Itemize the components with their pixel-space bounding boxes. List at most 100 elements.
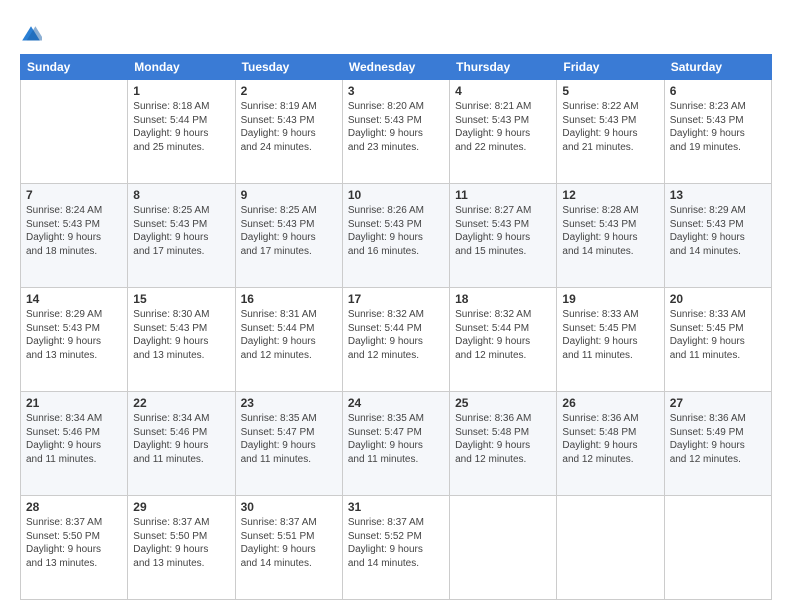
calendar-cell: 31 Sunrise: 8:37 AM Sunset: 5:52 PM Dayli… bbox=[342, 496, 449, 600]
day-number: 21 bbox=[26, 396, 122, 410]
day-number: 26 bbox=[562, 396, 658, 410]
day-info: Sunrise: 8:25 AM Sunset: 5:43 PM Dayligh… bbox=[241, 204, 337, 258]
weekday-header-thursday: Thursday bbox=[450, 55, 557, 80]
calendar-cell: 25 Sunrise: 8:36 AM Sunset: 5:48 PM Dayli… bbox=[450, 392, 557, 496]
weekday-header-sunday: Sunday bbox=[21, 55, 128, 80]
calendar-cell: 26 Sunrise: 8:36 AM Sunset: 5:48 PM Dayli… bbox=[557, 392, 664, 496]
logo-icon bbox=[20, 24, 42, 46]
day-info: Sunrise: 8:34 AM Sunset: 5:46 PM Dayligh… bbox=[26, 412, 122, 466]
day-number: 5 bbox=[562, 84, 658, 98]
day-number: 4 bbox=[455, 84, 551, 98]
day-info: Sunrise: 8:31 AM Sunset: 5:44 PM Dayligh… bbox=[241, 308, 337, 362]
calendar-cell: 3 Sunrise: 8:20 AM Sunset: 5:43 PM Daylig… bbox=[342, 80, 449, 184]
calendar-cell: 12 Sunrise: 8:28 AM Sunset: 5:43 PM Dayli… bbox=[557, 184, 664, 288]
day-info: Sunrise: 8:25 AM Sunset: 5:43 PM Dayligh… bbox=[133, 204, 229, 258]
day-number: 17 bbox=[348, 292, 444, 306]
day-number: 31 bbox=[348, 500, 444, 514]
day-number: 14 bbox=[26, 292, 122, 306]
calendar-cell: 20 Sunrise: 8:33 AM Sunset: 5:45 PM Dayli… bbox=[664, 288, 771, 392]
day-info: Sunrise: 8:28 AM Sunset: 5:43 PM Dayligh… bbox=[562, 204, 658, 258]
day-info: Sunrise: 8:33 AM Sunset: 5:45 PM Dayligh… bbox=[670, 308, 766, 362]
day-info: Sunrise: 8:19 AM Sunset: 5:43 PM Dayligh… bbox=[241, 100, 337, 154]
weekday-header-monday: Monday bbox=[128, 55, 235, 80]
day-number: 7 bbox=[26, 188, 122, 202]
day-number: 16 bbox=[241, 292, 337, 306]
calendar-cell bbox=[21, 80, 128, 184]
calendar-cell bbox=[450, 496, 557, 600]
calendar-cell: 16 Sunrise: 8:31 AM Sunset: 5:44 PM Dayli… bbox=[235, 288, 342, 392]
day-number: 24 bbox=[348, 396, 444, 410]
weekday-header-friday: Friday bbox=[557, 55, 664, 80]
day-number: 19 bbox=[562, 292, 658, 306]
calendar-cell: 22 Sunrise: 8:34 AM Sunset: 5:46 PM Dayli… bbox=[128, 392, 235, 496]
calendar-cell: 10Sunrise: 8:26 AM Sunset: 5:43 PM Dayli… bbox=[342, 184, 449, 288]
day-info: Sunrise: 8:34 AM Sunset: 5:46 PM Dayligh… bbox=[133, 412, 229, 466]
calendar-week-row: 21 Sunrise: 8:34 AM Sunset: 5:46 PM Dayli… bbox=[21, 392, 772, 496]
calendar-cell bbox=[664, 496, 771, 600]
header bbox=[20, 18, 772, 46]
day-info: Sunrise: 8:22 AM Sunset: 5:43 PM Dayligh… bbox=[562, 100, 658, 154]
calendar-week-row: 7Sunrise: 8:24 AM Sunset: 5:43 PM Daylig… bbox=[21, 184, 772, 288]
day-info: Sunrise: 8:29 AM Sunset: 5:43 PM Dayligh… bbox=[26, 308, 122, 362]
day-number: 6 bbox=[670, 84, 766, 98]
day-info: Sunrise: 8:32 AM Sunset: 5:44 PM Dayligh… bbox=[455, 308, 551, 362]
calendar-cell: 21 Sunrise: 8:34 AM Sunset: 5:46 PM Dayli… bbox=[21, 392, 128, 496]
calendar-cell: 5 Sunrise: 8:22 AM Sunset: 5:43 PM Daylig… bbox=[557, 80, 664, 184]
day-info: Sunrise: 8:35 AM Sunset: 5:47 PM Dayligh… bbox=[241, 412, 337, 466]
day-number: 9 bbox=[241, 188, 337, 202]
page: SundayMondayTuesdayWednesdayThursdayFrid… bbox=[0, 0, 792, 612]
day-number: 2 bbox=[241, 84, 337, 98]
day-number: 1 bbox=[133, 84, 229, 98]
calendar-cell: 1 Sunrise: 8:18 AM Sunset: 5:44 PM Daylig… bbox=[128, 80, 235, 184]
calendar-cell: 27Sunrise: 8:36 AM Sunset: 5:49 PM Dayli… bbox=[664, 392, 771, 496]
day-number: 18 bbox=[455, 292, 551, 306]
calendar-cell: 23 Sunrise: 8:35 AM Sunset: 5:47 PM Dayli… bbox=[235, 392, 342, 496]
calendar-cell: 4 Sunrise: 8:21 AM Sunset: 5:43 PM Daylig… bbox=[450, 80, 557, 184]
calendar-cell: 8 Sunrise: 8:25 AM Sunset: 5:43 PM Daylig… bbox=[128, 184, 235, 288]
day-number: 27 bbox=[670, 396, 766, 410]
day-info: Sunrise: 8:21 AM Sunset: 5:43 PM Dayligh… bbox=[455, 100, 551, 154]
day-info: Sunrise: 8:29 AM Sunset: 5:43 PM Dayligh… bbox=[670, 204, 766, 258]
weekday-header-row: SundayMondayTuesdayWednesdayThursdayFrid… bbox=[21, 55, 772, 80]
day-number: 22 bbox=[133, 396, 229, 410]
day-info: Sunrise: 8:37 AM Sunset: 5:52 PM Dayligh… bbox=[348, 516, 444, 570]
day-info: Sunrise: 8:27 AM Sunset: 5:43 PM Dayligh… bbox=[455, 204, 551, 258]
day-number: 23 bbox=[241, 396, 337, 410]
calendar-cell: 13 Sunrise: 8:29 AM Sunset: 5:43 PM Dayli… bbox=[664, 184, 771, 288]
calendar-cell: 30Sunrise: 8:37 AM Sunset: 5:51 PM Dayli… bbox=[235, 496, 342, 600]
day-number: 28 bbox=[26, 500, 122, 514]
day-info: Sunrise: 8:36 AM Sunset: 5:48 PM Dayligh… bbox=[562, 412, 658, 466]
calendar-cell: 7Sunrise: 8:24 AM Sunset: 5:43 PM Daylig… bbox=[21, 184, 128, 288]
day-info: Sunrise: 8:26 AM Sunset: 5:43 PM Dayligh… bbox=[348, 204, 444, 258]
weekday-header-wednesday: Wednesday bbox=[342, 55, 449, 80]
calendar-cell: 29Sunrise: 8:37 AM Sunset: 5:50 PM Dayli… bbox=[128, 496, 235, 600]
day-info: Sunrise: 8:33 AM Sunset: 5:45 PM Dayligh… bbox=[562, 308, 658, 362]
day-info: Sunrise: 8:23 AM Sunset: 5:43 PM Dayligh… bbox=[670, 100, 766, 154]
calendar-week-row: 1 Sunrise: 8:18 AM Sunset: 5:44 PM Daylig… bbox=[21, 80, 772, 184]
calendar-week-row: 14 Sunrise: 8:29 AM Sunset: 5:43 PM Dayli… bbox=[21, 288, 772, 392]
day-info: Sunrise: 8:20 AM Sunset: 5:43 PM Dayligh… bbox=[348, 100, 444, 154]
calendar-cell: 19 Sunrise: 8:33 AM Sunset: 5:45 PM Dayli… bbox=[557, 288, 664, 392]
day-number: 12 bbox=[562, 188, 658, 202]
calendar-cell: 17 Sunrise: 8:32 AM Sunset: 5:44 PM Dayli… bbox=[342, 288, 449, 392]
day-number: 29 bbox=[133, 500, 229, 514]
calendar-table: SundayMondayTuesdayWednesdayThursdayFrid… bbox=[20, 54, 772, 600]
day-info: Sunrise: 8:37 AM Sunset: 5:50 PM Dayligh… bbox=[26, 516, 122, 570]
logo bbox=[20, 22, 46, 46]
calendar-header: SundayMondayTuesdayWednesdayThursdayFrid… bbox=[21, 55, 772, 80]
day-number: 15 bbox=[133, 292, 229, 306]
calendar-cell: 6 Sunrise: 8:23 AM Sunset: 5:43 PM Daylig… bbox=[664, 80, 771, 184]
day-number: 8 bbox=[133, 188, 229, 202]
calendar-cell: 14 Sunrise: 8:29 AM Sunset: 5:43 PM Dayli… bbox=[21, 288, 128, 392]
day-info: Sunrise: 8:32 AM Sunset: 5:44 PM Dayligh… bbox=[348, 308, 444, 362]
day-number: 11 bbox=[455, 188, 551, 202]
day-number: 25 bbox=[455, 396, 551, 410]
day-number: 20 bbox=[670, 292, 766, 306]
calendar-cell: 2 Sunrise: 8:19 AM Sunset: 5:43 PM Daylig… bbox=[235, 80, 342, 184]
day-number: 13 bbox=[670, 188, 766, 202]
day-info: Sunrise: 8:36 AM Sunset: 5:48 PM Dayligh… bbox=[455, 412, 551, 466]
day-info: Sunrise: 8:37 AM Sunset: 5:51 PM Dayligh… bbox=[241, 516, 337, 570]
day-number: 3 bbox=[348, 84, 444, 98]
day-info: Sunrise: 8:18 AM Sunset: 5:44 PM Dayligh… bbox=[133, 100, 229, 154]
calendar-cell: 11 Sunrise: 8:27 AM Sunset: 5:43 PM Dayli… bbox=[450, 184, 557, 288]
